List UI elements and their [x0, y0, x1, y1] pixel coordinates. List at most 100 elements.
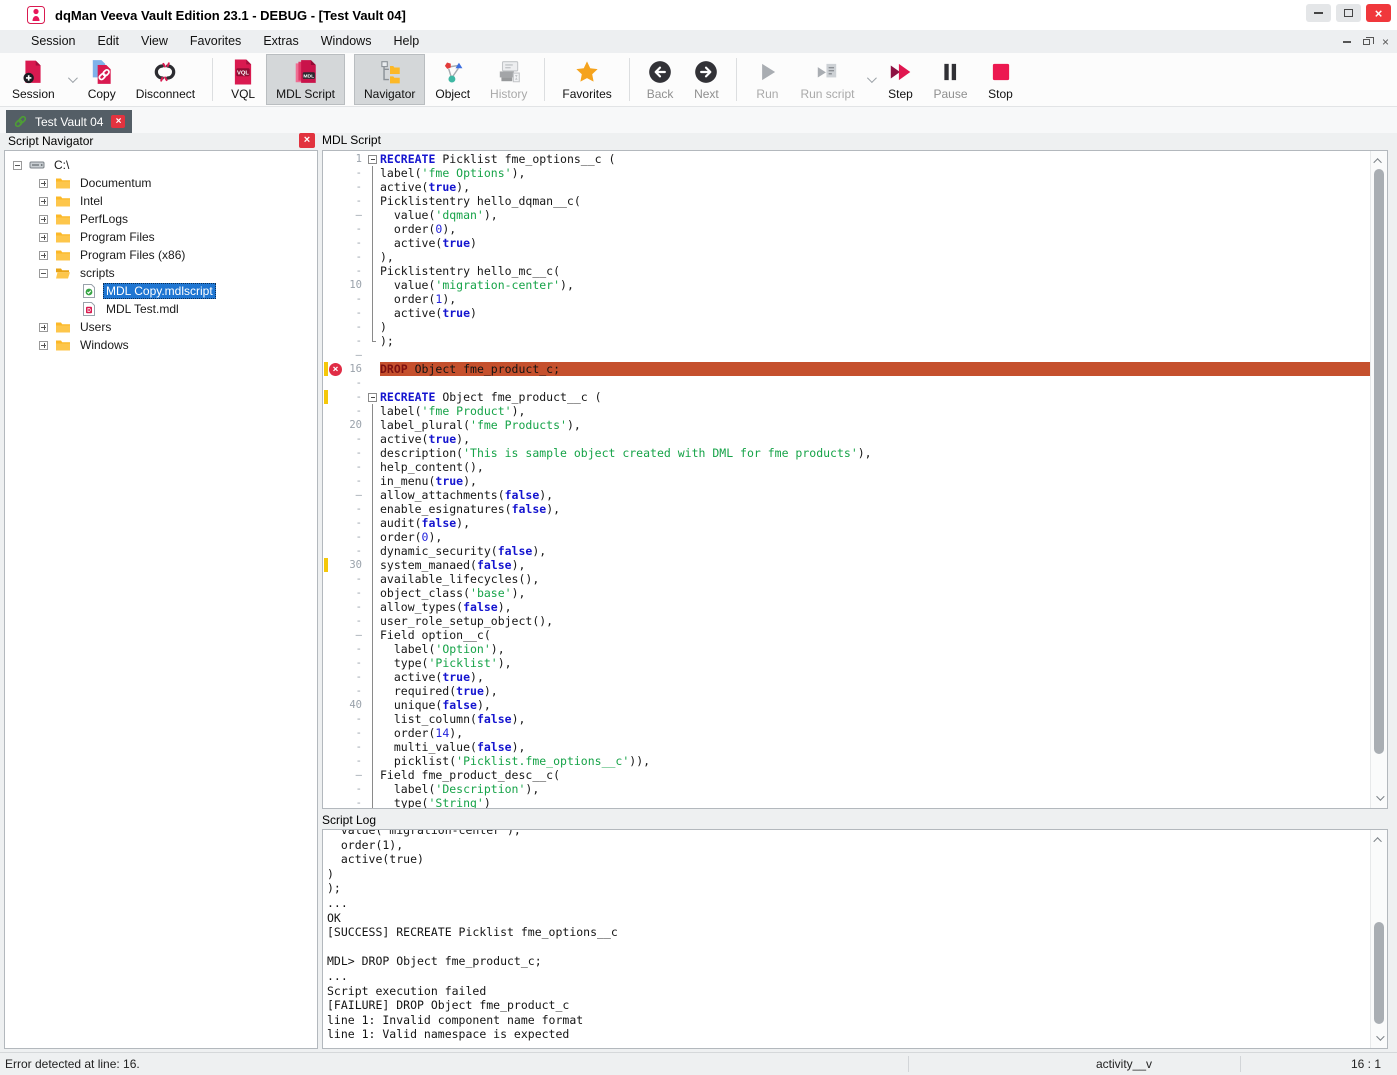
tree-item-users[interactable]: Users — [5, 318, 317, 336]
tree-item-scripts[interactable]: scripts — [5, 264, 317, 282]
tree-item-mdl-test-mdl[interactable]: DMDL Test.mdl — [5, 300, 317, 318]
code-line[interactable]: - — [323, 376, 1370, 390]
window-maximize-button[interactable] — [1336, 4, 1361, 22]
code-line[interactable]: - order(1), — [323, 292, 1370, 306]
toolbar-button-mdl-script[interactable]: MDLMDL Script — [266, 54, 345, 105]
log-scrollbar[interactable] — [1370, 830, 1387, 1048]
fold-collapse-icon[interactable] — [367, 390, 380, 404]
code-line[interactable]: -user_role_setup_object(), — [323, 614, 1370, 628]
code-line[interactable]: 10 value('migration-center'), — [323, 278, 1370, 292]
chevron-down-icon[interactable] — [864, 54, 877, 105]
code-line[interactable]: - active(true), — [323, 670, 1370, 684]
code-line[interactable]: –Field option__c( — [323, 628, 1370, 642]
script-navigator-close-button[interactable]: × — [299, 133, 315, 148]
code-line[interactable]: –allow_attachments(false), — [323, 488, 1370, 502]
mdi-minimize-button[interactable] — [1343, 41, 1351, 43]
code-line[interactable]: -Picklistentry hello_mc__c( — [323, 264, 1370, 278]
code-line[interactable]: 30system_manaed(false), — [323, 558, 1370, 572]
toolbar-button-next[interactable]: Next — [683, 54, 729, 105]
code-line[interactable]: -), — [323, 250, 1370, 264]
code-line[interactable]: - active(true) — [323, 236, 1370, 250]
toolbar-button-object[interactable]: Object — [425, 54, 480, 105]
expand-icon[interactable] — [39, 233, 48, 242]
code-line[interactable]: - order(0), — [323, 222, 1370, 236]
code-line[interactable]: -label('fme Options'), — [323, 166, 1370, 180]
toolbar-button-history[interactable]: History — [480, 54, 537, 105]
toolbar-button-step[interactable]: Step — [877, 54, 923, 105]
code-line[interactable]: - label('Option'), — [323, 642, 1370, 656]
menu-favorites[interactable]: Favorites — [179, 30, 252, 53]
scroll-down-icon[interactable] — [1371, 790, 1387, 806]
toolbar-button-run[interactable]: Run — [744, 54, 790, 105]
menu-session[interactable]: Session — [20, 30, 86, 53]
menu-view[interactable]: View — [130, 30, 179, 53]
editor-scrollbar-thumb[interactable] — [1374, 169, 1384, 754]
tree-item-mdl-copy-mdlscript[interactable]: MDL Copy.mdlscript — [5, 282, 317, 300]
code-line[interactable]: 1RECREATE Picklist fme_options__c ( — [323, 152, 1370, 166]
code-line[interactable]: - required(true), — [323, 684, 1370, 698]
code-line[interactable]: -RECREATE Object fme_product__c ( — [323, 390, 1370, 404]
toolbar-button-favorites[interactable]: Favorites — [552, 54, 621, 105]
code-line[interactable]: -active(true), — [323, 180, 1370, 194]
toolbar-button-run-script[interactable]: Run script — [790, 54, 864, 105]
code-line[interactable]: -Picklistentry hello_dqman__c( — [323, 194, 1370, 208]
scroll-down-icon[interactable] — [1371, 1030, 1387, 1046]
code-line[interactable]: -order(0), — [323, 530, 1370, 544]
code-line[interactable]: - multi_value(false), — [323, 740, 1370, 754]
expand-icon[interactable] — [39, 197, 48, 206]
menu-windows[interactable]: Windows — [310, 30, 383, 53]
scroll-up-icon[interactable] — [1371, 153, 1387, 169]
tree-item-windows[interactable]: Windows — [5, 336, 317, 354]
expand-icon[interactable] — [39, 341, 48, 350]
code-line[interactable]: -dynamic_security(false), — [323, 544, 1370, 558]
code-line[interactable]: -label('fme Product'), — [323, 404, 1370, 418]
chevron-down-icon[interactable] — [65, 54, 78, 105]
toolbar-button-disconnect[interactable]: Disconnect — [126, 54, 205, 105]
code-line-error[interactable]: ×16DROP Object fme_product_c; — [323, 362, 1370, 376]
toolbar-button-pause[interactable]: Pause — [923, 54, 977, 105]
expand-icon[interactable] — [39, 215, 48, 224]
toolbar-button-back[interactable]: Back — [637, 54, 684, 105]
code-line[interactable]: -enable_esignatures(false), — [323, 502, 1370, 516]
code-line[interactable]: - order(14), — [323, 726, 1370, 740]
toolbar-button-vql[interactable]: VQLVQL — [220, 54, 266, 105]
collapse-icon[interactable] — [39, 269, 48, 278]
collapse-icon[interactable] — [13, 161, 22, 170]
code-line[interactable]: - type('Picklist'), — [323, 656, 1370, 670]
code-line[interactable]: -); — [323, 334, 1370, 348]
code-line[interactable]: 20label_plural('fme Products'), — [323, 418, 1370, 432]
code-line[interactable]: -allow_types(false), — [323, 600, 1370, 614]
mdi-close-button[interactable]: × — [1382, 33, 1389, 51]
menu-extras[interactable]: Extras — [252, 30, 309, 53]
tree-item-intel[interactable]: Intel — [5, 192, 317, 210]
expand-icon[interactable] — [39, 323, 48, 332]
tree-item-c[interactable]: C:\ — [5, 156, 317, 174]
code-line[interactable]: -description('This is sample object crea… — [323, 446, 1370, 460]
log-scrollbar-thumb[interactable] — [1374, 922, 1384, 1024]
menu-edit[interactable]: Edit — [86, 30, 130, 53]
toolbar-button-stop[interactable]: Stop — [978, 54, 1024, 105]
tree-item-documentum[interactable]: Documentum — [5, 174, 317, 192]
mdi-restore-button[interactable] — [1363, 39, 1370, 45]
code-line[interactable]: – value('dqman'), — [323, 208, 1370, 222]
code-line[interactable]: -help_content(), — [323, 460, 1370, 474]
expand-icon[interactable] — [39, 251, 48, 260]
code-line[interactable]: -audit(false), — [323, 516, 1370, 530]
window-close-button[interactable]: × — [1366, 4, 1391, 22]
code-line[interactable]: 40 unique(false), — [323, 698, 1370, 712]
mdl-script-editor[interactable]: 1RECREATE Picklist fme_options__c (-labe… — [322, 150, 1388, 809]
window-minimize-button[interactable] — [1306, 4, 1331, 22]
toolbar-button-copy[interactable]: Copy — [78, 54, 126, 105]
tree-item-perflogs[interactable]: PerfLogs — [5, 210, 317, 228]
editor-scrollbar[interactable] — [1370, 151, 1387, 808]
code-line[interactable]: - active(true) — [323, 306, 1370, 320]
expand-icon[interactable] — [39, 179, 48, 188]
code-line[interactable]: -active(true), — [323, 432, 1370, 446]
tree-item-program-files-x86[interactable]: Program Files (x86) — [5, 246, 317, 264]
code-line[interactable]: -object_class('base'), — [323, 586, 1370, 600]
toolbar-button-session[interactable]: Session — [2, 54, 65, 105]
code-line[interactable]: - picklist('Picklist.fme_options__c')), — [323, 754, 1370, 768]
script-navigator-tree[interactable]: C:\DocumentumIntelPerfLogsProgram FilesP… — [4, 150, 318, 1049]
menu-help[interactable]: Help — [382, 30, 430, 53]
code-line[interactable]: -available_lifecycles(), — [323, 572, 1370, 586]
